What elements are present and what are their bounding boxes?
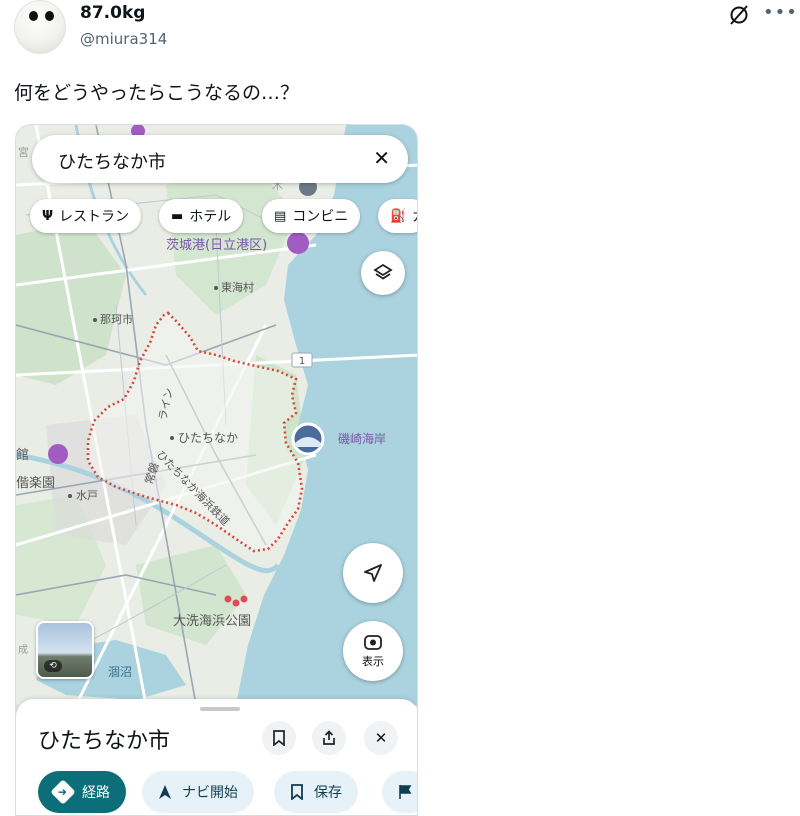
directions-label: 経路 [82,785,110,801]
search-bar[interactable]: ひたちなか市 ✕ [32,135,408,183]
flag-icon [399,785,412,799]
oarai-pin[interactable] [224,595,232,603]
avatar-eye-right [45,11,54,21]
map-label-miya: 宮 [18,145,29,159]
start-navigation-button[interactable]: ナビ開始 [142,771,254,813]
map-label-narita: 成 [18,644,28,656]
start-navigation-label: ナビ開始 [182,785,238,801]
navigation-icon [159,785,171,799]
grok-icon[interactable] [728,4,750,26]
map-label-kan: 館 [16,448,29,463]
chip-gas-label: ガ [412,206,417,226]
mito-dot [68,494,72,498]
save-bookmark-button[interactable] [262,721,296,755]
map-label-hinuma: 涸沼 [108,665,132,679]
chip-gas[interactable]: ⛽ ガ [378,199,417,233]
more-icon[interactable]: ••• [763,2,798,23]
my-location-button[interactable] [343,543,403,603]
rotate-360-icon: ⟲ [44,660,62,672]
user-handle[interactable]: @miura314 [80,30,167,48]
display-name[interactable]: 87.0kg [80,3,145,23]
naka-dot [93,318,97,322]
map-label-port: 茨城港(日立港区) [166,238,267,253]
share-button[interactable] [312,721,346,755]
hotel-icon: ▬ [171,208,184,224]
chip-restaurant-label: レストラン [59,209,130,225]
label-flag-button[interactable] [382,771,417,813]
oarai-pin-2[interactable] [232,599,240,607]
lens-button-label: 表示 [362,655,384,668]
map-label-naka: 那珂市 [100,312,133,326]
lens-button[interactable]: 表示 [343,621,403,681]
map-label-oarai: 大洗海浜公園 [173,614,251,629]
hitachinaka-dot [170,436,174,440]
museum-poi-icon[interactable] [48,444,68,464]
tweet-text: 何をどうやったらこうなるの…？ [14,82,300,104]
restaurant-icon: Ψ [42,208,54,224]
bookmark-icon [273,730,285,746]
navigation-arrow-icon [364,564,382,582]
layers-button[interactable] [361,251,405,295]
oarai-pin-3[interactable] [240,595,248,603]
directions-icon: ➜ [50,779,76,805]
maps-screenshot[interactable]: 1 茨城港(日立港区) 東海村 那珂市 ひたちなか 磯崎海岸 水戸 大洗海浜公園… [15,124,418,816]
street-view-thumbnail[interactable]: ⟲ [36,621,94,679]
map-label-isozaki: 磯崎海岸 [338,431,386,446]
place-title: ひたちなか市 [38,729,171,754]
camera-lens-icon [364,635,382,650]
gas-station-icon: ⛽ [390,208,407,224]
map-label-mito: 水戸 [76,489,98,502]
convenience-store-icon: ▤ [274,208,287,224]
close-sheet-button[interactable]: ✕ [364,721,398,755]
place-sheet[interactable]: ひたちなか市 ✕ ➜ 経路 ナビ開始 保存 [16,699,417,815]
close-icon: ✕ [374,729,388,747]
chip-restaurant[interactable]: Ψ レストラン [30,199,142,233]
save-button[interactable]: 保存 [274,771,358,813]
map-label-rakuen: 偕楽園 [16,475,55,491]
chip-hotel[interactable]: ▬ ホテル [159,199,244,233]
tokai-dot [214,286,218,290]
route-shield: 1 [299,356,305,367]
clear-search-icon[interactable]: ✕ [373,146,390,170]
search-query[interactable]: ひたちなか市 [58,148,166,174]
sheet-drag-handle[interactable] [200,707,240,711]
share-icon [323,730,335,745]
chip-convenience-label: コンビニ [292,209,349,225]
chip-hotel-label: ホテル [189,209,232,225]
save-label: 保存 [314,785,342,801]
avatar-eye-left [29,11,38,21]
map-label-tokai: 東海村 [221,280,254,294]
avatar[interactable] [14,0,66,54]
map-label-hitachinaka: ひたちなか [178,431,238,445]
port-poi-icon[interactable] [287,232,309,254]
directions-button[interactable]: ➜ 経路 [38,771,126,813]
layers-icon [373,263,393,280]
chip-convenience[interactable]: ▤ コンビニ [262,199,361,233]
save-bookmark-icon [291,784,303,800]
